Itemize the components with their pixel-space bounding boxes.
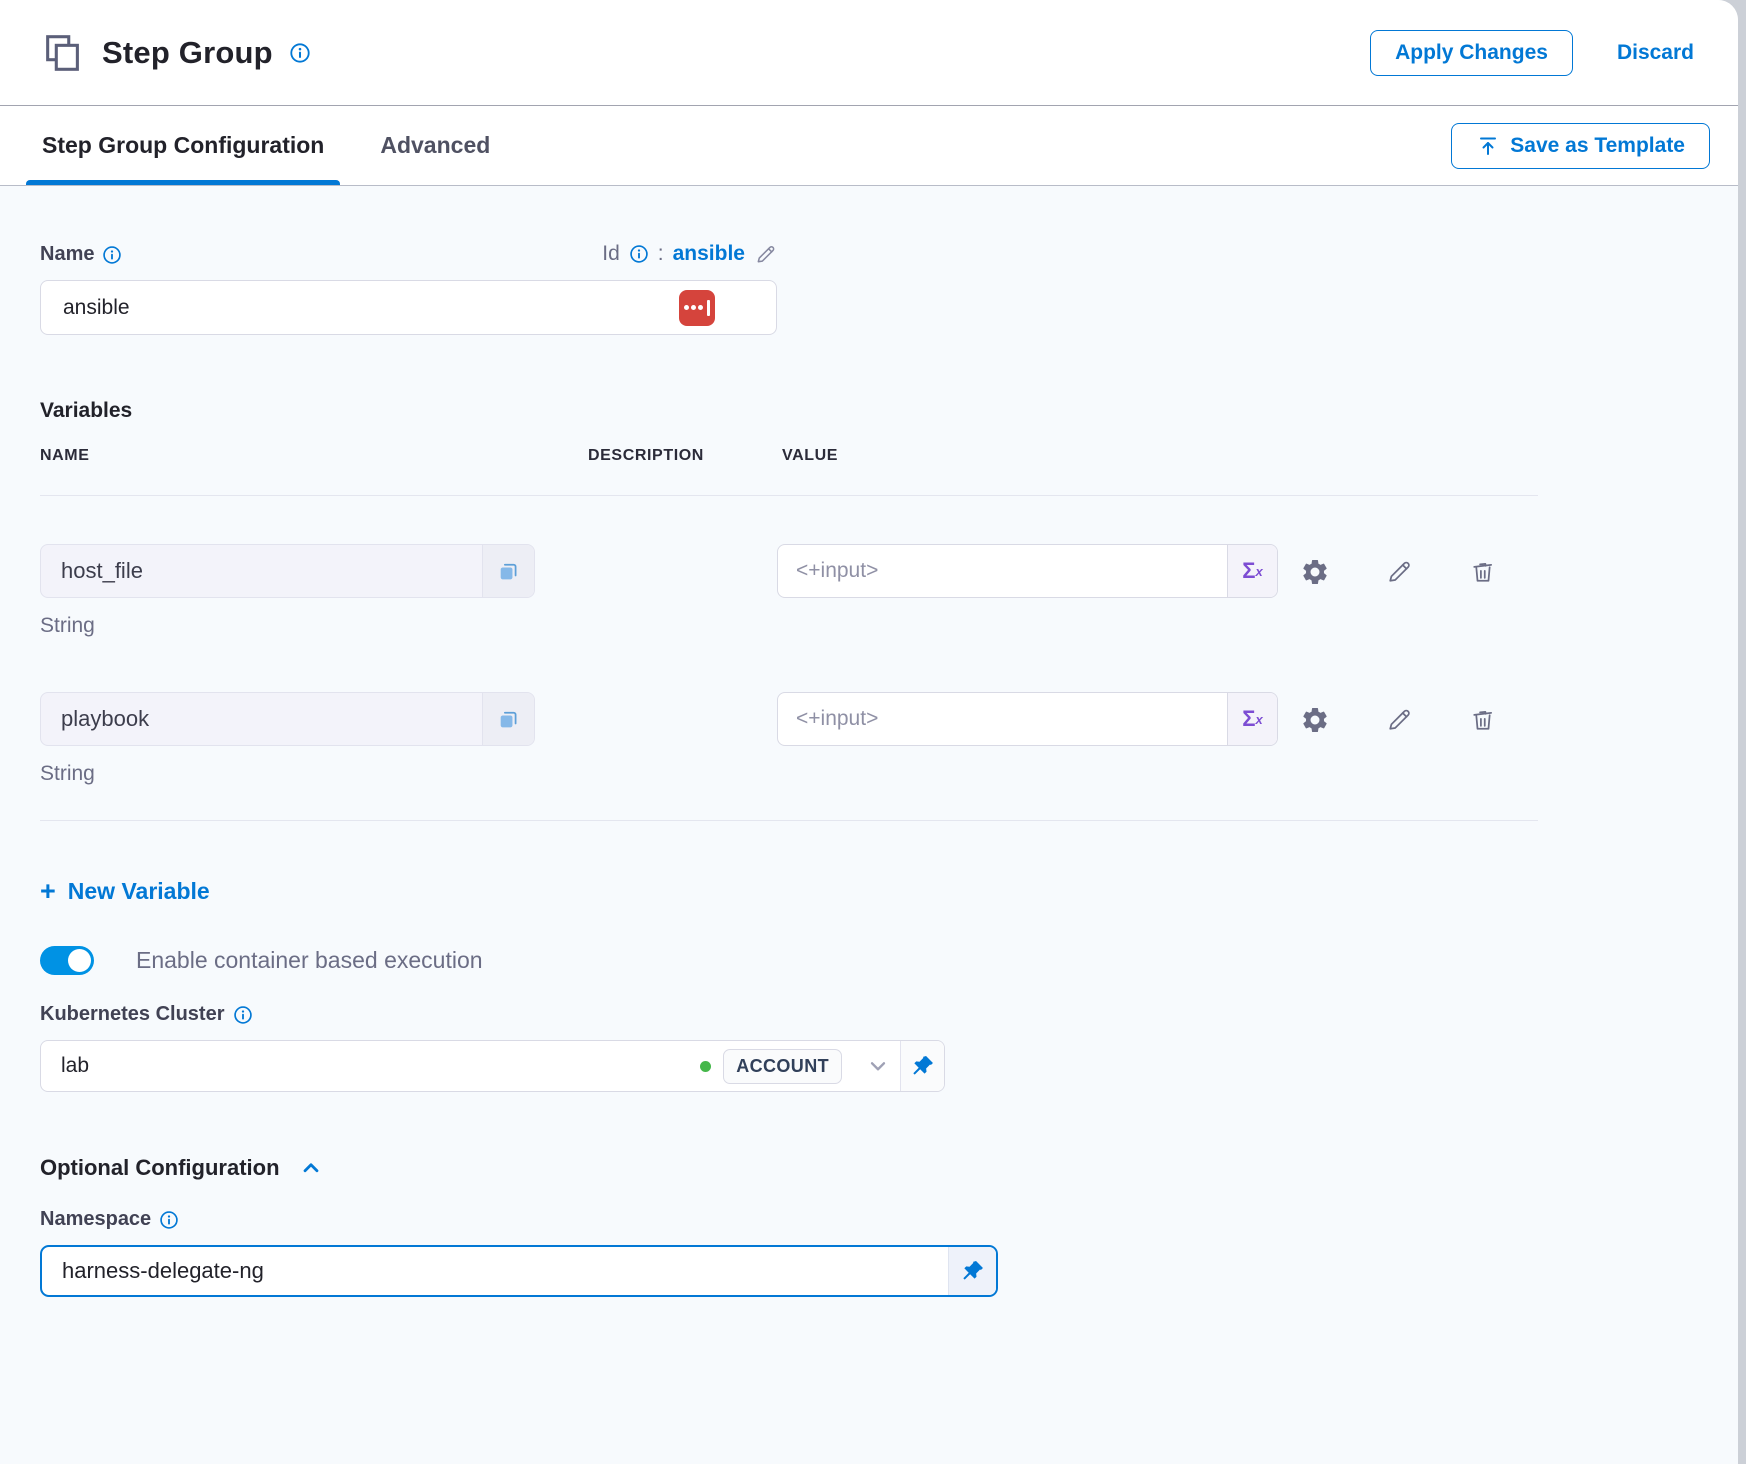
tab-step-group-configuration[interactable]: Step Group Configuration	[40, 106, 326, 185]
new-variable-button[interactable]: + New Variable	[40, 875, 210, 907]
column-header-description: DESCRIPTION	[588, 447, 704, 465]
drawer-header: Step Group Apply Changes Discard	[0, 0, 1738, 106]
configuration-form: Name Id : ansible	[0, 186, 1738, 1464]
page-background-edge	[1738, 0, 1746, 1464]
id-value: ansible	[673, 242, 745, 266]
variable-settings-icon[interactable]	[1298, 555, 1332, 589]
name-label: Name	[40, 243, 94, 266]
namespace-field	[40, 1245, 998, 1297]
variable-delete-icon[interactable]	[1466, 703, 1500, 737]
variable-type-label: String	[40, 614, 1698, 640]
plus-icon: +	[40, 878, 56, 905]
variable-delete-icon[interactable]	[1466, 555, 1500, 589]
discard-button[interactable]: Discard	[1617, 41, 1694, 65]
optional-configuration-title: Optional Configuration	[40, 1155, 280, 1181]
variable-value-input[interactable]	[778, 545, 1227, 597]
divider	[40, 495, 1538, 496]
column-header-value: VALUE	[782, 447, 838, 465]
container-execution-toggle[interactable]	[40, 946, 94, 975]
kubernetes-cluster-info-icon[interactable]	[233, 1005, 253, 1025]
chevron-up-icon	[298, 1155, 324, 1181]
id-row: Id : ansible	[602, 242, 777, 266]
variable-name-input	[41, 545, 482, 597]
variables-section-title: Variables	[40, 399, 1698, 423]
name-input[interactable]	[40, 280, 777, 335]
id-separator: :	[658, 242, 664, 266]
namespace-label: Namespace	[40, 1208, 151, 1231]
chevron-down-icon[interactable]	[856, 1053, 900, 1079]
variable-settings-icon[interactable]	[1298, 703, 1332, 737]
divider	[40, 820, 1538, 821]
container-execution-toggle-label: Enable container based execution	[136, 947, 483, 974]
variable-edit-icon[interactable]	[1382, 555, 1416, 589]
namespace-label-row: Namespace	[40, 1208, 1698, 1231]
edit-id-icon[interactable]	[754, 243, 777, 266]
expression-toggle-icon[interactable]: Σx	[1227, 693, 1277, 745]
save-as-template-button[interactable]: Save as Template	[1451, 123, 1710, 169]
apply-changes-button[interactable]: Apply Changes	[1370, 30, 1573, 76]
kubernetes-cluster-field: ACCOUNT	[40, 1040, 945, 1092]
variables-column-headers: NAME DESCRIPTION VALUE	[40, 447, 1698, 467]
step-group-icon	[40, 30, 86, 76]
kubernetes-cluster-label-row: Kubernetes Cluster	[40, 1003, 1698, 1026]
step-group-info-icon[interactable]	[289, 42, 311, 64]
pin-icon[interactable]	[948, 1247, 996, 1295]
password-manager-icon[interactable]	[679, 290, 715, 326]
variable-edit-icon[interactable]	[1382, 703, 1416, 737]
step-group-drawer: Step Group Apply Changes Discard Step Gr…	[0, 0, 1738, 1464]
variable-name-input	[41, 693, 482, 745]
kubernetes-cluster-label: Kubernetes Cluster	[40, 1003, 225, 1026]
tab-bar: Step Group Configuration Advanced Save a…	[0, 106, 1738, 186]
variable-row-host-file: Σx	[40, 544, 1698, 598]
namespace-info-icon[interactable]	[159, 1210, 179, 1230]
name-info-icon[interactable]	[102, 245, 122, 265]
tab-advanced[interactable]: Advanced	[378, 106, 492, 185]
pin-icon[interactable]	[900, 1041, 944, 1091]
column-header-name: NAME	[40, 447, 90, 465]
variable-value-input[interactable]	[778, 693, 1227, 745]
variable-type-label: String	[40, 762, 1698, 788]
kubernetes-cluster-input[interactable]	[41, 1054, 700, 1078]
variable-row-playbook: Σx	[40, 692, 1698, 746]
name-label-row: Name	[40, 243, 122, 266]
optional-configuration-header[interactable]: Optional Configuration	[40, 1154, 324, 1182]
copy-icon[interactable]	[482, 545, 534, 597]
scope-badge: ACCOUNT	[723, 1049, 842, 1084]
connector-status-dot	[700, 1061, 711, 1072]
namespace-input[interactable]	[42, 1258, 948, 1284]
copy-icon[interactable]	[482, 693, 534, 745]
id-label: Id	[602, 242, 620, 266]
id-info-icon[interactable]	[629, 244, 649, 264]
page-title: Step Group	[102, 35, 273, 71]
expression-toggle-icon[interactable]: Σx	[1227, 545, 1277, 597]
upload-icon	[1476, 134, 1500, 158]
